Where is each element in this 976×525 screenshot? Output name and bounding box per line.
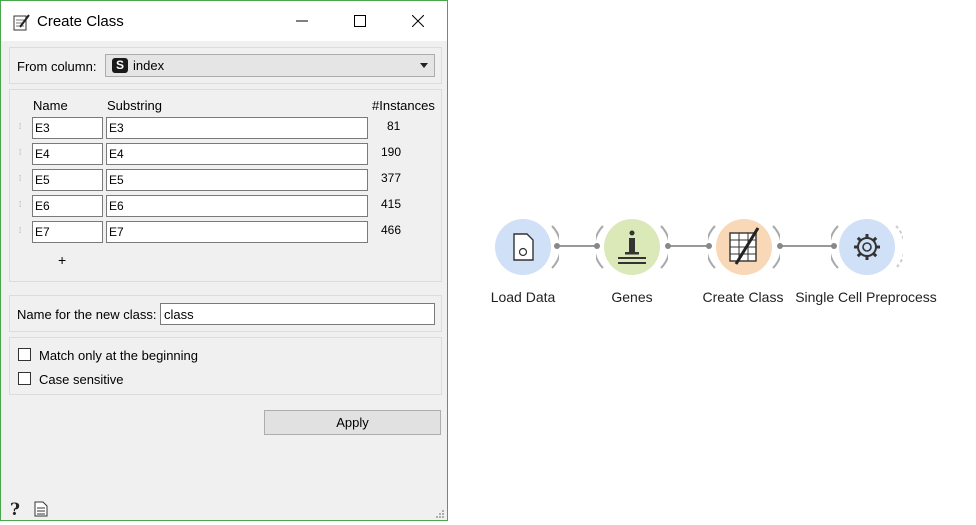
node-label: Single Cell Preprocess	[795, 289, 937, 305]
workflow-node-genes[interactable]	[596, 214, 668, 280]
workflow-node-create-class[interactable]	[708, 214, 780, 280]
create-class-widget	[708, 219, 780, 275]
workflow-node-single-cell-preprocess[interactable]	[831, 214, 903, 280]
workflow-node-load-data[interactable]	[487, 214, 559, 280]
node-label: Create Class	[702, 289, 784, 305]
create-class-icon	[729, 227, 760, 265]
node-label: Genes	[611, 289, 653, 305]
load-data-widget	[495, 219, 559, 275]
genes-widget	[596, 219, 668, 275]
single-cell-preprocess-widget	[831, 219, 903, 275]
node-label: Load Data	[490, 289, 556, 305]
file-icon	[513, 233, 534, 261]
